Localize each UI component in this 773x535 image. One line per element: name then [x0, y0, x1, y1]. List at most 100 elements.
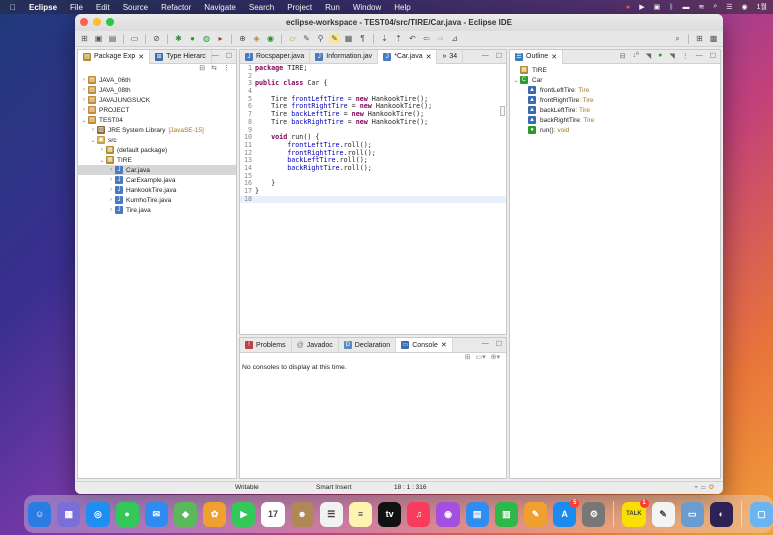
mark-occurrences-icon[interactable]: ✎: [329, 33, 340, 44]
notes-icon[interactable]: ≡: [348, 501, 373, 527]
menu-source[interactable]: Source: [123, 3, 148, 12]
code-line[interactable]: 8 Tire backRightTire = new HankookTire()…: [240, 118, 506, 127]
chevron-right-icon[interactable]: ›: [80, 97, 88, 103]
code-line[interactable]: 18: [240, 195, 506, 204]
kakaotalk-icon[interactable]: TALK 1: [622, 498, 649, 527]
finder-icon[interactable]: ☺: [28, 501, 52, 527]
code-editor[interactable]: 1 package TIRE; 2 3 public class Car {4 5 Tir…: [240, 64, 506, 204]
tab-type-hierarchy[interactable]: ⊞ Type Hierarc: [150, 50, 212, 64]
chevron-down-icon[interactable]: ⌄: [80, 117, 88, 124]
menu-edit[interactable]: Edit: [96, 3, 110, 12]
terminal-icon[interactable]: ▭: [129, 33, 140, 44]
tree-item[interactable]: › J CarExample.java: [78, 175, 236, 185]
outline-item[interactable]: ▲ backLeftTire : Tire: [510, 105, 720, 115]
tab-console[interactable]: ▭ Console ✕: [396, 338, 453, 352]
toggle-block-icon[interactable]: ▦: [343, 33, 354, 44]
chevron-right-icon[interactable]: ›: [98, 147, 106, 153]
maximize-icon[interactable]: ☐: [710, 52, 716, 60]
calendar-icon[interactable]: 17: [261, 501, 285, 527]
chevron-right-icon[interactable]: ›: [80, 77, 88, 83]
reminders-icon[interactable]: ☰: [319, 501, 343, 527]
forward-icon[interactable]: ⇨: [435, 33, 446, 44]
open-task-icon[interactable]: ✎: [301, 33, 312, 44]
tree-item[interactable]: › ▤ JAVA_08th: [78, 85, 236, 95]
apple-icon[interactable]: : [10, 3, 16, 12]
tab-overflow[interactable]: » 34: [437, 50, 464, 64]
hide-static-icon[interactable]: ◥: [646, 52, 651, 60]
tab-declaration[interactable]: D Declaration: [339, 338, 397, 352]
messages-icon[interactable]: ●: [115, 501, 139, 527]
new-package-icon[interactable]: ◈: [251, 33, 262, 44]
debug-icon[interactable]: ✱: [173, 33, 184, 44]
hide-local-types-icon[interactable]: ◥: [669, 52, 674, 60]
menu-search[interactable]: Search: [249, 3, 274, 12]
maximize-icon[interactable]: ☐: [496, 52, 502, 60]
input-icon[interactable]: ▣: [654, 3, 661, 11]
menu-eclipse[interactable]: Eclipse: [29, 3, 57, 12]
chevron-right-icon[interactable]: ›: [80, 87, 88, 93]
maximize-icon[interactable]: ☐: [226, 52, 232, 60]
next-annotation-icon[interactable]: ⇣: [379, 33, 390, 44]
open-type-icon[interactable]: ▱: [287, 33, 298, 44]
tab-package-explorer[interactable]: ▤ Package Exp ✕: [78, 50, 151, 64]
code-line[interactable]: 15: [240, 172, 506, 181]
bluetooth-icon[interactable]: ᛒ: [669, 4, 673, 11]
chevron-right-icon[interactable]: ›: [107, 177, 115, 183]
menu-window[interactable]: Window: [353, 3, 381, 12]
show-whitespace-icon[interactable]: ¶: [357, 33, 368, 44]
tab-problems[interactable]: ! Problems: [240, 338, 292, 352]
code-line[interactable]: 14 backRightTire.roll();: [240, 164, 506, 173]
tree-item[interactable]: › ▥ JRE System Library [JavaSE-15]: [78, 125, 236, 135]
chevron-down-icon[interactable]: ⌄: [89, 137, 97, 144]
new-console-icon[interactable]: ⊕▾: [491, 353, 500, 364]
eclipse-icon[interactable]: ◐: [709, 501, 734, 527]
control-center-icon[interactable]: ☰: [726, 3, 732, 11]
link-with-editor-icon[interactable]: ⇆: [211, 64, 217, 75]
play-icon[interactable]: ▶: [639, 3, 644, 11]
search-toolbar-icon[interactable]: ⌕: [672, 33, 683, 44]
minimize-icon[interactable]: —: [696, 52, 703, 60]
chevron-down-icon[interactable]: ⌄: [512, 77, 520, 84]
record-icon[interactable]: ●: [626, 4, 630, 11]
chevron-right-icon[interactable]: ›: [89, 127, 97, 133]
tab-rocspaper[interactable]: J Rocspaper.java: [240, 50, 311, 64]
last-edit-icon[interactable]: ↶: [407, 33, 418, 44]
outline-item[interactable]: ● run() : void: [510, 125, 720, 135]
downloads-folder-icon[interactable]: ▢: [749, 501, 773, 527]
new-class-icon[interactable]: ◉: [265, 33, 276, 44]
facetime-icon[interactable]: ▶: [232, 501, 256, 527]
prev-annotation-icon[interactable]: ⇡: [393, 33, 404, 44]
collapse-all-icon[interactable]: ⊟: [199, 64, 205, 75]
music-icon[interactable]: ♫: [407, 501, 431, 527]
minimize-window-button[interactable]: [93, 18, 101, 26]
tab-outline[interactable]: ☰ Outline ✕: [510, 50, 564, 64]
tree-item[interactable]: ⌄ ▣ src: [78, 135, 236, 145]
tree-item[interactable]: › ▤ JAVAJUNGSUCK: [78, 95, 236, 105]
chevron-right-icon[interactable]: ›: [80, 107, 88, 113]
java-perspective-icon[interactable]: ▩: [708, 33, 719, 44]
keynote-icon[interactable]: ▤: [465, 501, 489, 527]
contacts-icon[interactable]: ☻: [290, 501, 314, 527]
maps-icon[interactable]: ◆: [173, 501, 198, 527]
close-icon[interactable]: ✕: [551, 53, 557, 61]
close-window-button[interactable]: [80, 18, 88, 26]
new-java-project-icon[interactable]: ⊕: [237, 33, 248, 44]
outline-item[interactable]: ▲ backRightTire : Tire: [510, 115, 720, 125]
search-icon[interactable]: ⚲: [315, 33, 326, 44]
external-tools-icon[interactable]: ▸: [215, 33, 226, 44]
view-menu-icon[interactable]: ⋮: [682, 52, 689, 60]
clock[interactable]: 1월: [757, 2, 767, 12]
outline-item[interactable]: ⌄ C Car: [510, 75, 720, 85]
tasks-icon[interactable]: ⌖: [694, 484, 701, 491]
minimize-icon[interactable]: —: [482, 52, 489, 60]
lightbulb-icon[interactable]: ✪: [709, 484, 717, 491]
minimize-icon[interactable]: —: [482, 340, 489, 348]
perspective-icon[interactable]: ▭: [701, 484, 709, 491]
hide-fields-icon[interactable]: ↓ª: [633, 52, 639, 60]
new-icon[interactable]: ⊞: [79, 33, 90, 44]
launchpad-icon[interactable]: ▦: [57, 501, 81, 527]
menu-run[interactable]: Run: [325, 3, 340, 12]
chevron-right-icon[interactable]: ›: [107, 207, 115, 213]
menu-help[interactable]: Help: [394, 3, 410, 12]
tree-item[interactable]: › ▤ JAVA_06th: [78, 75, 236, 85]
